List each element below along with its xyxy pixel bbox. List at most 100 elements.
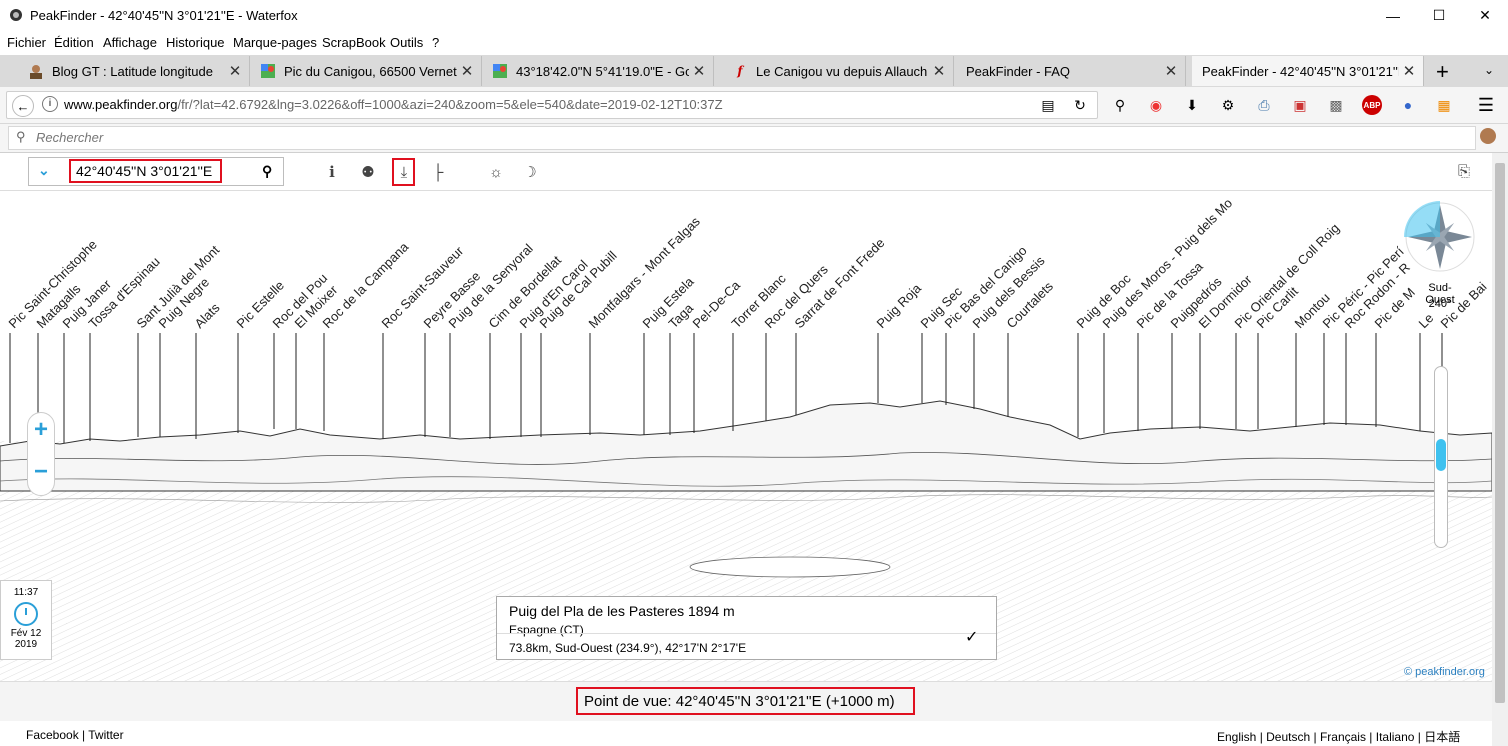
menu-help[interactable]: ? bbox=[432, 35, 439, 50]
binoculars-icon[interactable]: ⚉ bbox=[358, 162, 378, 182]
compass-degrees: 240° bbox=[1428, 298, 1452, 310]
tab-label: Le Canigou vu depuis Allauch et bbox=[756, 63, 929, 79]
peak-label[interactable]: Alats bbox=[192, 300, 223, 331]
close-tab-icon[interactable]: ✕ bbox=[225, 62, 245, 80]
tab-label: PeakFinder - 42°40'45''N 3°01'21''E bbox=[1202, 63, 1399, 79]
social-links[interactable]: Facebook | Twitter bbox=[26, 728, 124, 742]
compass-rose-icon[interactable] bbox=[1404, 201, 1475, 272]
tab-label: PeakFinder - FAQ bbox=[966, 63, 1071, 79]
maximize-button[interactable]: ☐ bbox=[1416, 0, 1462, 31]
zoom-control: + − bbox=[27, 412, 55, 496]
sun-icon[interactable]: ☼ bbox=[486, 162, 506, 182]
addon-gears-icon[interactable]: ⚙ bbox=[1218, 95, 1238, 115]
menu-scrapbook[interactable]: ScrapBook bbox=[322, 35, 386, 50]
addon-clipboard-icon[interactable]: ▣ bbox=[1290, 95, 1310, 115]
waterfox-icon bbox=[9, 8, 23, 22]
close-tab-icon[interactable]: ✕ bbox=[1399, 62, 1419, 80]
viewpoint-text: Point de vue: 42°40'45''N 3°01'21''E (+1… bbox=[584, 693, 895, 710]
language-links[interactable]: English | Deutsch | Français | Italiano … bbox=[1217, 728, 1460, 745]
close-tab-icon[interactable]: ✕ bbox=[457, 62, 477, 80]
minimize-button[interactable]: — bbox=[1370, 0, 1416, 31]
tab-label: Pic du Canigou, 66500 Vernet-les- bbox=[284, 63, 457, 79]
search-input[interactable] bbox=[8, 126, 1476, 150]
tab-blog-gt[interactable]: Blog GT : Latitude longitude ✕ bbox=[18, 56, 250, 86]
addon-puzzle-icon[interactable]: ▩ bbox=[1326, 95, 1346, 115]
search-icon[interactable]: ⚲ bbox=[1110, 95, 1130, 115]
addon-balls-icon[interactable]: ● bbox=[1398, 95, 1418, 115]
tab-peakfinder-active[interactable]: PeakFinder - 42°40'45''N 3°01'21''E ✕ bbox=[1192, 56, 1424, 86]
info-icon[interactable]: i bbox=[42, 96, 58, 112]
peak-detail: 73.8km, Sud-Ouest (234.9°), 42°17'N 2°17… bbox=[509, 641, 747, 655]
credit-link[interactable]: © peakfinder.org bbox=[1404, 666, 1485, 678]
maps-icon bbox=[260, 63, 276, 79]
reload-icon[interactable]: ↻ bbox=[1070, 95, 1090, 115]
close-window-button[interactable]: ✕ bbox=[1462, 0, 1508, 31]
new-tab-button[interactable]: + bbox=[1436, 59, 1449, 85]
peak-label[interactable]: Le bbox=[1416, 310, 1437, 331]
menu-historique[interactable]: Historique bbox=[166, 35, 225, 50]
close-tab-icon[interactable]: ✕ bbox=[689, 62, 709, 80]
close-tab-icon[interactable]: ✕ bbox=[929, 62, 949, 80]
time-label: 11:37 bbox=[13, 587, 39, 598]
f-icon: f bbox=[737, 64, 743, 78]
tab-label: 43°18'42.0"N 5°41'19.0"E - Google bbox=[516, 63, 689, 79]
tab-label: Blog GT : Latitude longitude bbox=[52, 63, 213, 79]
year-label: 2019 bbox=[14, 639, 38, 650]
search-icon: ⚲ bbox=[16, 129, 26, 144]
menu-outils[interactable]: Outils bbox=[390, 35, 423, 50]
hamburger-menu-icon[interactable]: ☰ bbox=[1476, 95, 1496, 115]
adblock-icon[interactable]: ABP bbox=[1362, 95, 1382, 115]
addon-photo-icon[interactable]: ▦ bbox=[1434, 95, 1454, 115]
addon-printer-icon[interactable]: ⎙ bbox=[1254, 95, 1274, 115]
url-path: /fr/?lat=42.6792&lng=3.0226&off=1000&azi… bbox=[177, 97, 723, 112]
ruler-icon[interactable]: ├ bbox=[428, 162, 448, 182]
moon-icon[interactable]: ☽ bbox=[520, 162, 540, 182]
menu-edition[interactable]: Édition bbox=[54, 35, 94, 50]
peak-info-box[interactable]: Puig del Pla de les Pasteres 1894 m Espa… bbox=[496, 596, 997, 660]
hiker-icon[interactable]: ✓ bbox=[965, 627, 978, 647]
peak-label[interactable]: Puig Roja bbox=[874, 280, 925, 331]
window-title: PeakFinder - 42°40'45''N 3°01'21''E - Wa… bbox=[30, 8, 298, 23]
clock-icon bbox=[14, 602, 38, 626]
tab-canigou-allauch[interactable]: f Le Canigou vu depuis Allauch et ✕ bbox=[722, 56, 954, 86]
url-text[interactable]: www.peakfinder.org/fr/?lat=42.6792&lng=3… bbox=[64, 97, 723, 112]
url-domain: www.peakfinder.org bbox=[64, 97, 178, 112]
tab-google-maps-coords[interactable]: 43°18'42.0"N 5°41'19.0"E - Google ✕ bbox=[482, 56, 714, 86]
mountain-ridge bbox=[0, 400, 1492, 492]
menu-fichier[interactable]: Fichier bbox=[7, 35, 46, 50]
zoom-out-button[interactable]: − bbox=[30, 460, 52, 484]
viewpoint-elevation-icon[interactable]: ⤓ bbox=[394, 162, 414, 182]
avatar-icon bbox=[28, 63, 44, 79]
info-icon[interactable]: i bbox=[322, 162, 342, 182]
location-input[interactable]: 42°40'45''N 3°01'21''E bbox=[76, 163, 212, 179]
tab-pic-du-canigou[interactable]: Pic du Canigou, 66500 Vernet-les- ✕ bbox=[250, 56, 482, 86]
addon-red-icon[interactable]: ◉ bbox=[1146, 95, 1166, 115]
elevation-slider[interactable] bbox=[1434, 366, 1448, 548]
slider-handle[interactable] bbox=[1436, 439, 1446, 471]
tab-peakfinder-faq[interactable]: PeakFinder - FAQ ✕ bbox=[954, 56, 1186, 86]
lake-shape bbox=[689, 556, 891, 578]
menu-marque-pages[interactable]: Marque-pages bbox=[233, 35, 317, 50]
avatar[interactable] bbox=[1480, 128, 1496, 144]
search-icon[interactable]: ⚲ bbox=[262, 163, 272, 180]
title-bar: PeakFinder - 42°40'45''N 3°01'21''E - Wa… bbox=[0, 0, 1508, 31]
download-icon[interactable]: ⬇ bbox=[1182, 95, 1202, 115]
menu-bar bbox=[0, 31, 1508, 53]
tab-list-chevron-icon[interactable]: ⌄ bbox=[1484, 63, 1494, 77]
close-tab-icon[interactable]: ✕ bbox=[1161, 62, 1181, 80]
back-arrow-icon[interactable]: ← bbox=[12, 95, 34, 117]
pdf-icon[interactable]: ⎘ bbox=[1454, 161, 1474, 181]
maps-icon bbox=[492, 63, 508, 79]
search-placeholder: Rechercher bbox=[36, 130, 104, 145]
peak-name: Puig del Pla de les Pasteres 1894 m bbox=[509, 603, 735, 619]
menu-affichage[interactable]: Affichage bbox=[103, 35, 157, 50]
time-control[interactable]: 11:37 Fév 12 2019 bbox=[0, 580, 52, 660]
reader-view-icon[interactable]: ▤ bbox=[1038, 95, 1058, 115]
zoom-in-button[interactable]: + bbox=[30, 418, 52, 442]
date-label: Fév 12 bbox=[10, 628, 42, 639]
peak-markers: Pic Saint-ChristopheMatagallsPuig JanerT… bbox=[6, 195, 1490, 443]
peak-country: Espagne (CT) bbox=[509, 623, 584, 637]
chevron-down-icon[interactable]: ⌄ bbox=[38, 162, 50, 179]
page-scrollbar[interactable] bbox=[1492, 153, 1508, 746]
credit-text: peakfinder.org bbox=[1415, 666, 1485, 678]
